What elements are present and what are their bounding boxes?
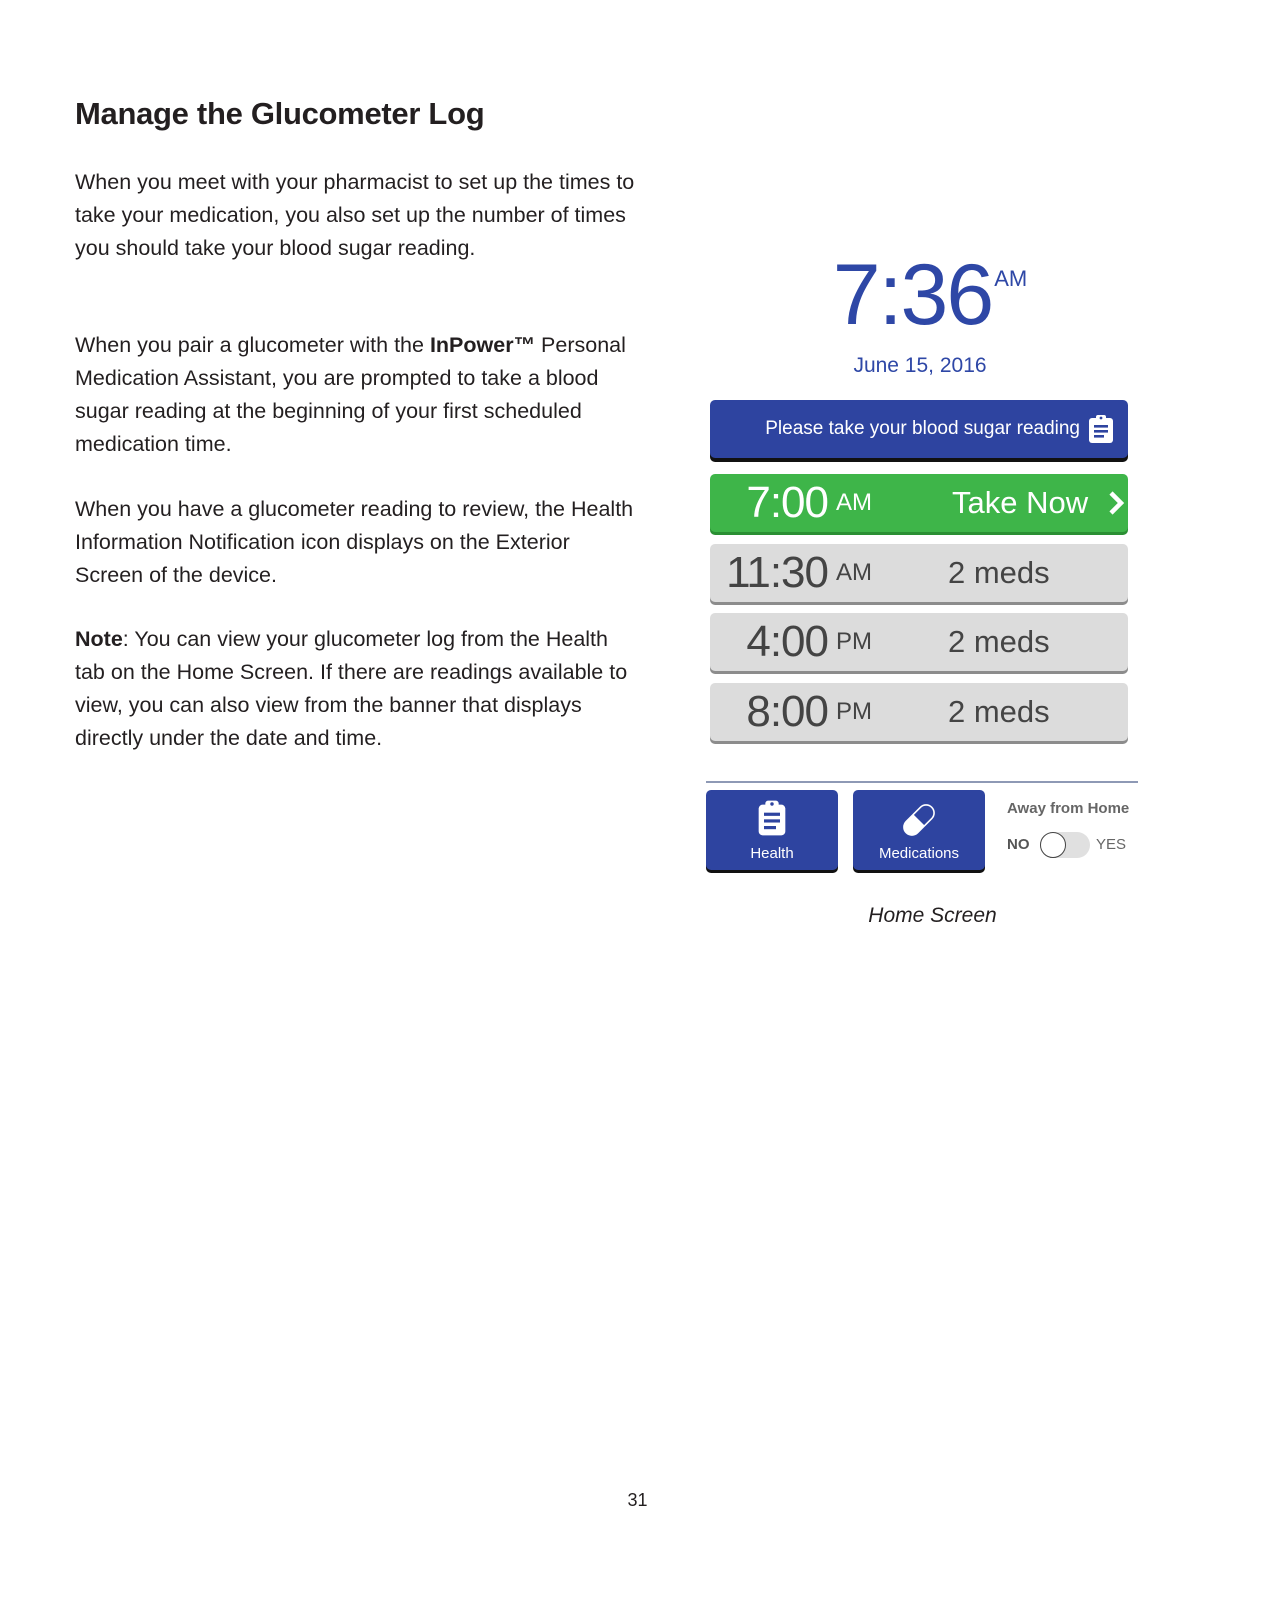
health-button[interactable]: Health [706, 790, 838, 870]
schedule-row-due[interactable]: 7:00 AM Take Now [710, 474, 1128, 532]
note-label: Note [75, 627, 123, 651]
clipboard-icon [1089, 415, 1113, 443]
schedule-status: 2 meds [948, 694, 1050, 729]
schedule-ampm: AM [836, 559, 872, 586]
take-now-label: Take Now [952, 485, 1089, 520]
toggle-knob [1040, 832, 1066, 858]
schedule-ampm: PM [836, 698, 872, 725]
paragraph-note: Note: You can view your glucometer log f… [75, 623, 635, 755]
schedule-time: 8:00 [746, 687, 829, 736]
divider [706, 781, 1138, 783]
date: June 15, 2016 [853, 354, 987, 377]
schedule-ampm: PM [836, 628, 872, 655]
clipboard-icon [758, 800, 786, 836]
page-title: Manage the Glucometer Log [75, 96, 485, 131]
schedule-time: 7:00 [746, 478, 829, 527]
medications-button[interactable]: Medications [853, 790, 985, 870]
blood-sugar-banner[interactable]: Please take your blood sugar reading [710, 400, 1128, 458]
health-label: Health [750, 845, 794, 862]
medications-label: Medications [878, 845, 960, 862]
away-no-label: NO [1007, 836, 1030, 853]
paragraph-notification: When you have a glucometer reading to re… [75, 497, 634, 587]
banner-text: Please take your blood sugar reading [765, 418, 1080, 439]
product-name: InPower™ [429, 333, 536, 357]
away-yes-label: YES [1096, 836, 1127, 853]
away-from-home-title: Away from Home [1007, 800, 1130, 817]
figure-caption: Home Screen [0, 904, 1275, 928]
paragraph-text: When you pair a glucometer with the [75, 333, 430, 357]
page-number: 31 [627, 1490, 648, 1510]
schedule-status: 2 meds [948, 555, 1050, 590]
pill-icon [903, 804, 935, 836]
clock-time: 7:36 [832, 247, 994, 343]
schedule-status: 2 meds [948, 624, 1050, 659]
clock-ampm: AM [994, 266, 1028, 291]
paragraph-text: : You can view your glucometer log from … [75, 627, 628, 750]
away-from-home-toggle[interactable] [1040, 832, 1090, 858]
chevron-right-icon [1109, 491, 1125, 515]
caption-text: Home Screen [868, 904, 997, 927]
schedule-row[interactable]: 4:00 PM 2 meds [710, 613, 1128, 671]
clock: 7:36AM [700, 252, 1160, 338]
paragraph-intro: When you meet with your pharmacist to se… [75, 170, 635, 260]
schedule-row[interactable]: 8:00 PM 2 meds [710, 683, 1128, 741]
home-screen: 7:36AM June 15, 2016 Please take your bl… [700, 240, 1160, 940]
schedule-time: 4:00 [746, 617, 829, 666]
schedule-row[interactable]: 11:30 AM 2 meds [710, 544, 1128, 602]
schedule-ampm: AM [836, 489, 872, 516]
schedule-time: 11:30 [726, 548, 829, 597]
paragraph-pairing: When you pair a glucometer with the InPo… [75, 329, 635, 461]
